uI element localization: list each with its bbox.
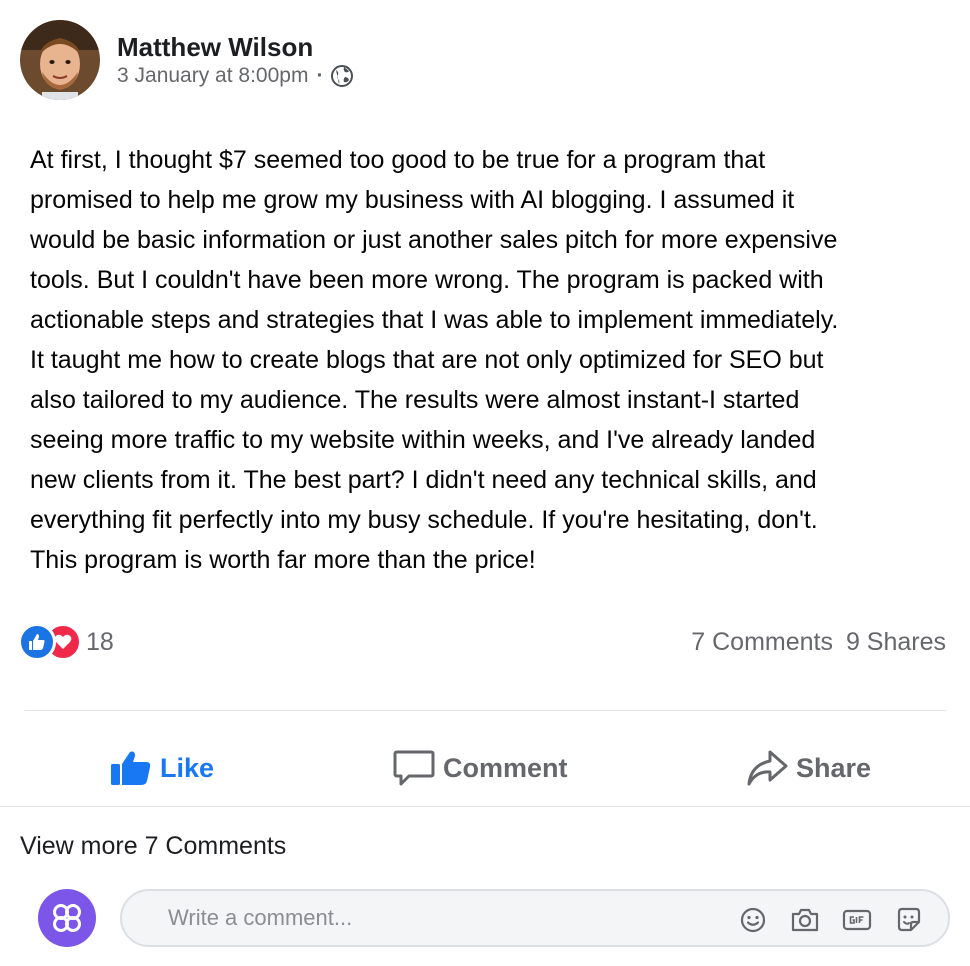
post-line: promised to help me grow my business wit…: [30, 186, 795, 214]
shares-count[interactable]: 9 Shares: [846, 628, 946, 656]
comment-input[interactable]: [122, 905, 682, 931]
like-button[interactable]: Like: [110, 730, 214, 806]
post-line: seeing more traffic to my website within…: [30, 426, 816, 454]
reaction-count: 18: [86, 627, 114, 656]
author-avatar[interactable]: [20, 20, 100, 100]
user-avatar[interactable]: [38, 889, 96, 947]
author-name[interactable]: Matthew Wilson: [117, 32, 354, 62]
globe-icon[interactable]: [330, 64, 354, 88]
comments-count[interactable]: 7 Comments: [691, 628, 833, 656]
like-label: Like: [160, 752, 215, 783]
comment-input-wrapper: [120, 889, 950, 947]
share-button[interactable]: Share: [746, 730, 871, 806]
post-body: At first, I thought $7 seemed too good t…: [30, 140, 950, 580]
post-line: At first, I thought $7 seemed too good t…: [30, 146, 766, 174]
comment-button[interactable]: Comment: [393, 730, 568, 806]
post-line: actionable steps and strategies that I w…: [30, 306, 839, 334]
camera-icon[interactable]: [790, 905, 820, 935]
emoji-icon[interactable]: [738, 905, 768, 935]
post-timestamp[interactable]: 3 January at 8:00pm: [117, 63, 308, 89]
post-line: would be basic information or just anoth…: [30, 226, 838, 254]
comment-label: Comment: [443, 752, 568, 783]
thumbs-up-icon: [18, 623, 56, 661]
action-bar: Like Comment Share: [0, 730, 970, 806]
post-line: It taught me how to create blogs that ar…: [30, 346, 824, 374]
post-line: also tailored to my audience. The result…: [30, 386, 800, 414]
sticker-icon[interactable]: [894, 905, 924, 935]
reactions-summary[interactable]: 18: [18, 623, 114, 661]
thumbs-up-icon: [111, 751, 151, 785]
app-logo-icon: [53, 904, 81, 932]
post-line: tools. But I couldn't have been more wro…: [30, 266, 824, 294]
divider: [0, 806, 970, 807]
divider: [24, 710, 946, 711]
gif-icon[interactable]: [842, 905, 872, 935]
post-line: new clients from it. The best part? I di…: [30, 466, 817, 494]
post-line: everything fit perfectly into my busy sc…: [30, 506, 818, 534]
separator-dot: ·: [316, 63, 324, 87]
view-more-comments-link[interactable]: View more 7 Comments: [20, 832, 286, 861]
comment-icon: [393, 750, 435, 786]
share-label: Share: [796, 752, 872, 783]
post-line: This program is worth far more than the …: [30, 546, 536, 574]
post-header: Matthew Wilson 3 January at 8:00pm ·: [20, 20, 354, 100]
comment-composer: [38, 888, 950, 948]
post-stats: 18 7 Comments 9 Shares: [18, 622, 946, 662]
share-icon: [747, 750, 788, 786]
